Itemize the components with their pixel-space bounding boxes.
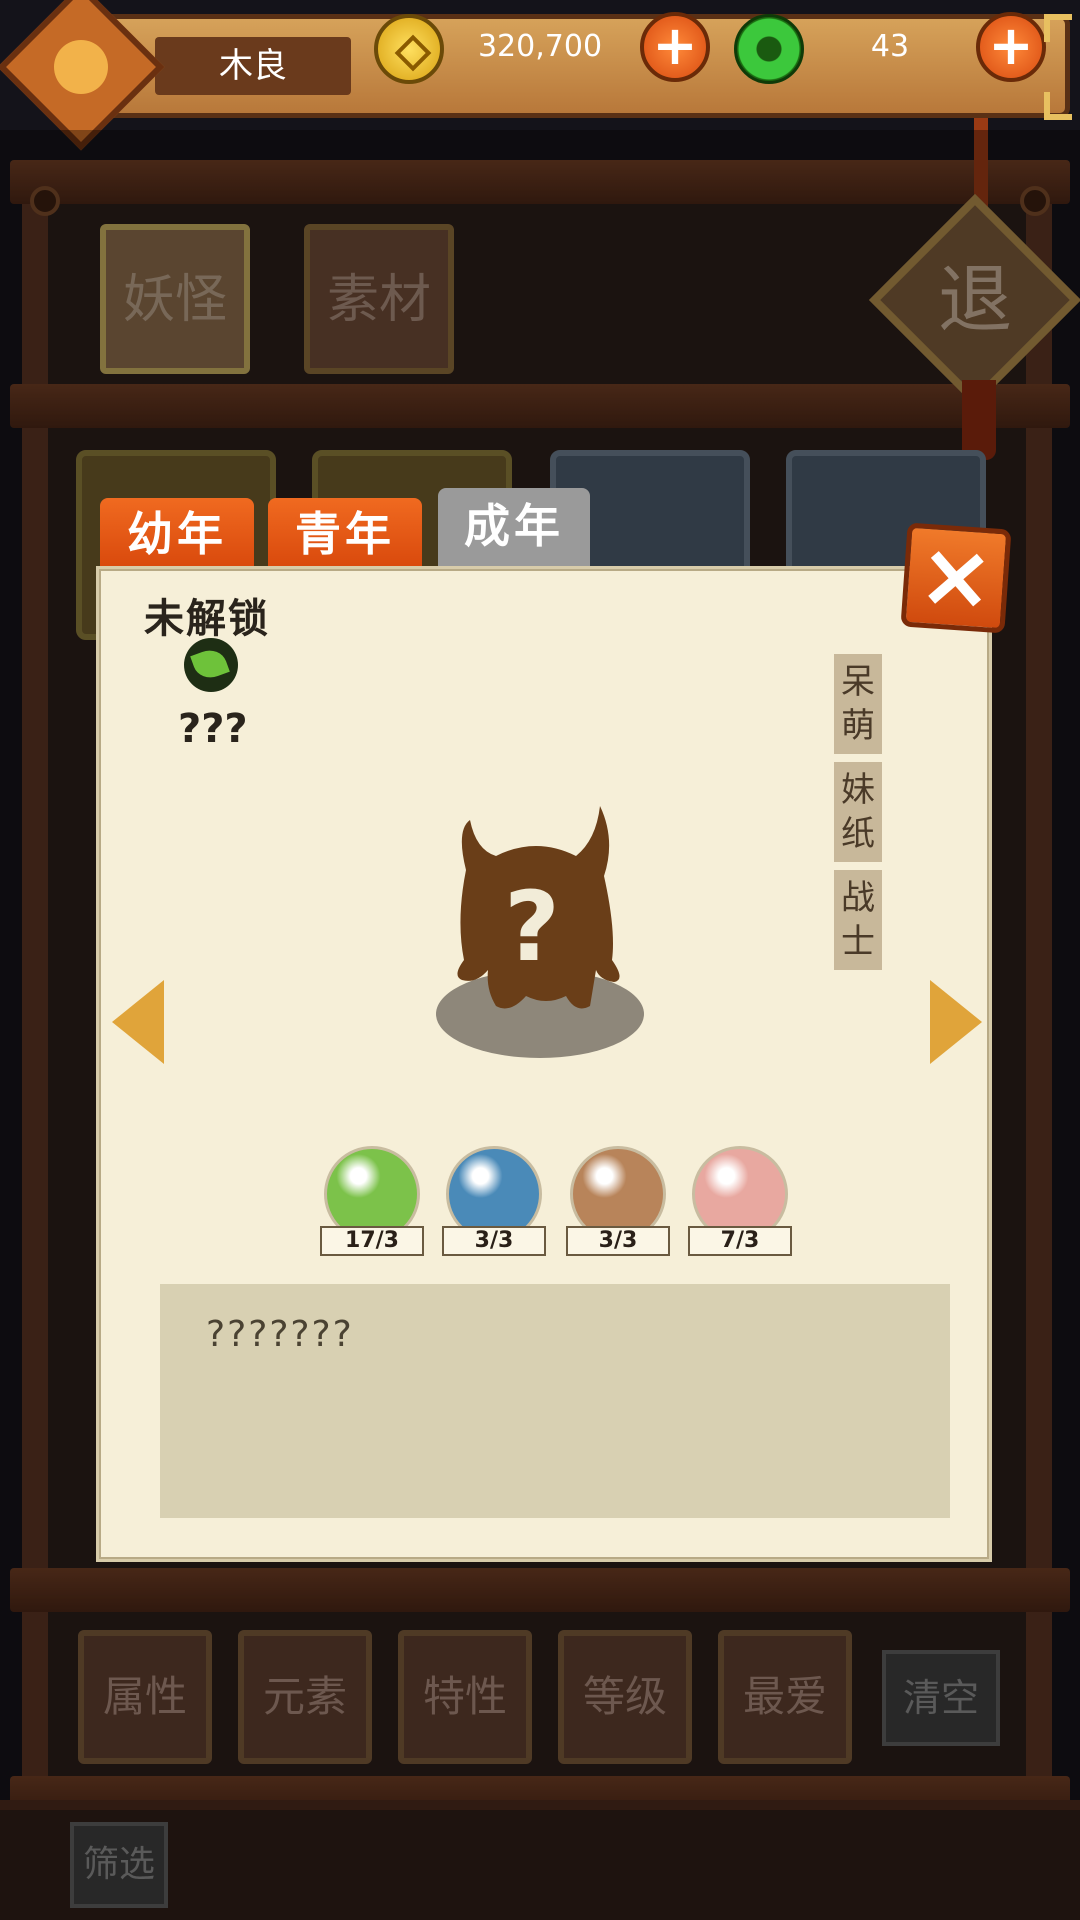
leaf-icon xyxy=(184,638,238,692)
add-coins-button[interactable]: + xyxy=(640,12,710,82)
material-count: 3/3 xyxy=(442,1226,546,1256)
gourd-icon xyxy=(53,40,108,94)
jade-count: 43 xyxy=(870,29,910,64)
trait-tag: 妹纸 xyxy=(834,762,882,862)
coin-icon xyxy=(374,14,444,84)
frame-corner xyxy=(1044,92,1072,120)
add-jade-button[interactable]: + xyxy=(976,12,1046,82)
monster-description: ??????? xyxy=(206,1314,354,1355)
frame-corner xyxy=(1044,14,1072,42)
material-count: 3/3 xyxy=(566,1226,670,1256)
unlock-status: 未解锁 xyxy=(144,596,270,642)
question-mark-icon: ? xyxy=(504,871,560,983)
previous-arrow-icon[interactable] xyxy=(112,980,164,1064)
material-count: 17/3 xyxy=(320,1226,424,1256)
monster-name: ??? xyxy=(178,706,248,752)
trait-tag: 战士 xyxy=(834,870,882,970)
player-name: 木良 xyxy=(155,37,351,95)
tab-juvenile[interactable]: 幼年 xyxy=(100,498,254,570)
close-button[interactable]: × xyxy=(900,522,1012,634)
trait-tag: 呆萌 xyxy=(834,654,882,754)
tab-youth[interactable]: 青年 xyxy=(268,498,422,570)
jade-icon xyxy=(734,14,804,84)
locked-monster-silhouette: ? xyxy=(436,806,644,1058)
material-count: 7/3 xyxy=(688,1226,792,1256)
coin-count: 320,700 xyxy=(477,29,603,64)
next-arrow-icon[interactable] xyxy=(930,980,982,1064)
tab-adult[interactable]: 成年 xyxy=(438,488,590,568)
